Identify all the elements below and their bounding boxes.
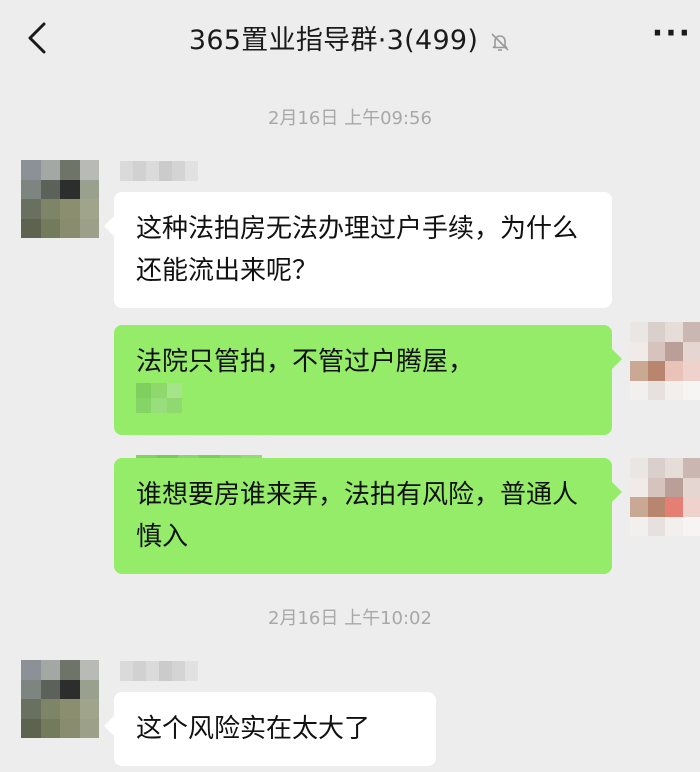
message-bubble-outgoing[interactable]: 谁想要房谁来弄，法拍有风险，普通人慎入 xyxy=(114,458,622,574)
avatar[interactable] xyxy=(21,160,99,238)
message-text: 法院只管拍，不管过户腾屋， xyxy=(136,347,475,377)
chat-title: 365置业指导群·3(499) xyxy=(188,25,479,56)
message-text: 这个风险实在太大了 xyxy=(136,714,371,744)
sender-name xyxy=(120,161,198,181)
timestamp: 2月16日 上午09:56 xyxy=(268,108,432,129)
message-bubble[interactable]: 这种法拍房无法办理过户手续，为什么还能流出来呢？ xyxy=(104,192,612,308)
more-options-button[interactable]: ··· xyxy=(652,19,692,49)
blurred-content xyxy=(136,383,182,413)
bell-off-icon xyxy=(491,32,509,51)
avatar[interactable] xyxy=(630,458,700,536)
timestamp: 2月16日 上午10:02 xyxy=(268,608,432,629)
message-text: 这种法拍房无法办理过户手续，为什么还能流出来呢？ xyxy=(136,214,579,286)
message-bubble[interactable]: 这个风险实在太大了 xyxy=(104,692,436,766)
chat-title-row: 365置业指导群·3(499) xyxy=(0,18,700,57)
avatar[interactable] xyxy=(21,660,99,738)
avatar[interactable] xyxy=(630,322,700,400)
message-text: 谁想要房谁来弄，法拍有风险，普通人慎入 xyxy=(136,480,579,552)
chat-header: 365置业指导群·3(499) ··· xyxy=(0,0,700,80)
message-bubble-outgoing[interactable]: 法院只管拍，不管过户腾屋， xyxy=(114,325,622,485)
sender-name xyxy=(120,661,198,681)
